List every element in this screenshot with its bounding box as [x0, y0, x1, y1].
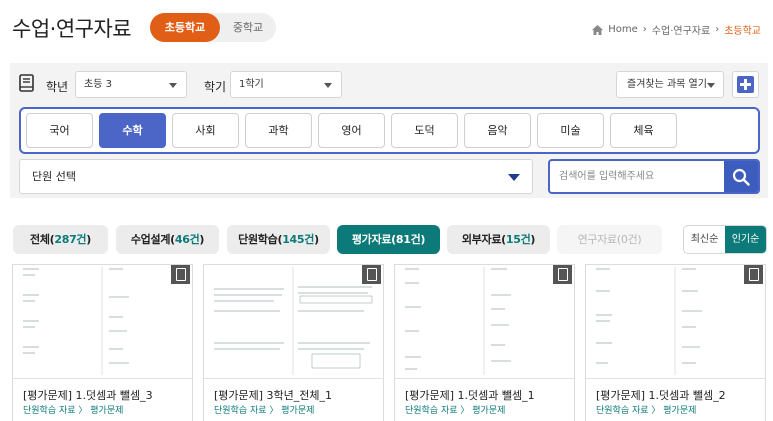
- resource-card[interactable]: [평가문제] 1.덧셈과 뺄셈_3 단원학습 자료 〉 평가문제: [12, 264, 193, 421]
- favorite-subjects-label: 즐겨찾는 과목 열기: [627, 79, 707, 90]
- caret-down-icon: [169, 83, 177, 88]
- subject-tab-ethics[interactable]: 도덕: [391, 113, 458, 148]
- chevron-right-icon: ›: [715, 24, 720, 35]
- subject-tab-music[interactable]: 음악: [464, 113, 531, 148]
- level-middle-button[interactable]: 중학교: [222, 13, 274, 42]
- card-thumbnail: [586, 265, 765, 379]
- page-title: 수업·연구자료: [12, 17, 132, 41]
- breadcrumb-section-link[interactable]: 수업·연구자료: [652, 22, 710, 37]
- grade-label: 학년: [46, 80, 69, 94]
- semester-select-value: 1학기: [239, 79, 264, 90]
- category-tab-lesson-design[interactable]: 수업설계(46건): [116, 225, 219, 254]
- filter-panel: 학년 초등 3 학기 1학기 즐겨찾는 과목 열기 국어 수학 사회 과학 영어…: [10, 63, 768, 198]
- resource-card[interactable]: [평가문제] 1.덧셈과 뺄셈_1 단원학습 자료 〉 평가문제: [394, 264, 575, 421]
- unit-select[interactable]: 단원 선택: [19, 159, 533, 194]
- semester-select[interactable]: 1학기: [230, 71, 342, 98]
- resource-card[interactable]: [평가문제] 1.덧셈과 뺄셈_2 단원학습 자료 〉 평가문제: [585, 264, 766, 421]
- search-button[interactable]: [724, 161, 758, 192]
- category-tab-research: 연구자료(0건): [557, 225, 662, 254]
- breadcrumb-current: 초등학교: [724, 26, 761, 37]
- card-thumbnail: [395, 265, 574, 379]
- document-icon: [744, 265, 763, 284]
- breadcrumb: Home › 수업·연구자료 › 초등학교: [592, 22, 761, 37]
- book-icon: [19, 74, 34, 92]
- subject-tab-math[interactable]: 수학: [99, 113, 166, 148]
- favorite-subjects-dropdown[interactable]: 즐겨찾는 과목 열기: [616, 71, 724, 98]
- worksheet-preview: [596, 267, 702, 375]
- search-input[interactable]: [550, 161, 726, 192]
- grade-select-value: 초등 3: [84, 79, 112, 90]
- subject-tabs: 국어 수학 사회 과학 영어 도덕 음악 미술 체육: [19, 107, 760, 154]
- worksheet-preview: [23, 267, 129, 375]
- category-tab-unit-study[interactable]: 단원학습(145건): [227, 225, 330, 254]
- card-category-path: 단원학습 자료 〉 평가문제: [23, 406, 124, 416]
- search-icon: [732, 168, 750, 186]
- subject-tab-korean[interactable]: 국어: [26, 113, 93, 148]
- document-icon: [171, 265, 190, 284]
- card-title: [평가문제] 3학년_전체_1: [214, 389, 333, 402]
- search-box: [548, 159, 760, 194]
- sort-latest-button[interactable]: 최신순: [684, 226, 725, 253]
- card-thumbnail: [13, 265, 192, 379]
- card-title: [평가문제] 1.덧셈과 뺄셈_3: [23, 389, 153, 402]
- breadcrumb-home-link[interactable]: Home: [608, 24, 638, 35]
- category-tab-external[interactable]: 외부자료(15건): [447, 225, 550, 254]
- category-tab-all[interactable]: 전체(287건): [13, 225, 108, 254]
- document-icon: [553, 265, 572, 284]
- chevron-right-icon: ›: [642, 24, 647, 35]
- page-header: 수업·연구자료 초등학교 중학교 Home › 수업·연구자료 › 초등학교: [0, 0, 773, 60]
- worksheet-preview: [214, 267, 373, 375]
- subject-tab-social[interactable]: 사회: [172, 113, 239, 148]
- plus-icon: [737, 76, 754, 93]
- subject-tab-pe[interactable]: 체육: [610, 113, 677, 148]
- add-favorite-button[interactable]: [732, 71, 759, 98]
- resource-card[interactable]: [평가문제] 3학년_전체_1 단원학습 자료 〉 평가문제: [203, 264, 384, 421]
- subject-tab-english[interactable]: 영어: [318, 113, 385, 148]
- school-level-toggle: 초등학교 중학교: [150, 13, 276, 42]
- caret-down-icon: [324, 83, 332, 88]
- home-icon: [592, 24, 604, 35]
- document-icon: [362, 265, 381, 284]
- category-tab-assessment[interactable]: 평가자료(81건): [337, 225, 440, 254]
- caret-down-icon: [508, 174, 520, 181]
- card-category-path: 단원학습 자료 〉 평가문제: [596, 406, 697, 416]
- grade-select[interactable]: 초등 3: [75, 71, 187, 98]
- sort-toggle: 최신순 인기순: [683, 225, 767, 254]
- sort-popular-button[interactable]: 인기순: [725, 226, 766, 253]
- card-title: [평가문제] 1.덧셈과 뺄셈_1: [405, 389, 535, 402]
- card-thumbnail: [204, 265, 383, 379]
- subject-tab-art[interactable]: 미술: [537, 113, 604, 148]
- card-category-path: 단원학습 자료 〉 평가문제: [405, 406, 506, 416]
- caret-down-icon: [707, 83, 715, 88]
- unit-select-label: 단원 선택: [32, 170, 76, 183]
- card-category-path: 단원학습 자료 〉 평가문제: [214, 406, 315, 416]
- semester-label: 학기: [204, 80, 227, 94]
- level-elementary-button[interactable]: 초등학교: [150, 13, 220, 42]
- card-title: [평가문제] 1.덧셈과 뺄셈_2: [596, 389, 726, 402]
- subject-tab-science[interactable]: 과학: [245, 113, 312, 148]
- worksheet-preview: [405, 267, 511, 375]
